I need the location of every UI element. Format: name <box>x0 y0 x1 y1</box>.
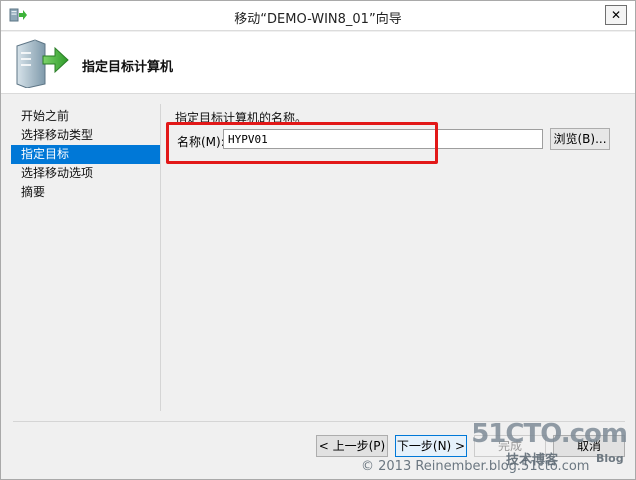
nav-item-specify-destination[interactable]: 指定目标 <box>11 145 160 164</box>
watermark-copyright: © 2013 Reinember.blog.51cto.com <box>361 459 590 474</box>
browse-button[interactable]: 浏览(B)... <box>550 128 610 150</box>
page-title: 指定目标计算机 <box>82 60 174 75</box>
wizard-header: 指定目标计算机 <box>1 32 635 94</box>
cancel-button[interactable]: 取消 <box>553 435 625 457</box>
wizard-window: 移动“DEMO-WIN8_01”向导 ✕ 指定目标计算机 开始之前 选择移动类型… <box>0 0 636 480</box>
previous-button[interactable]: < 上一步(P) <box>316 435 388 457</box>
nav-item-summary[interactable]: 摘要 <box>11 183 160 202</box>
nav-divider <box>160 104 161 411</box>
title-bar: 移动“DEMO-WIN8_01”向导 ✕ <box>1 1 635 31</box>
nav-item-before-you-begin[interactable]: 开始之前 <box>11 107 160 126</box>
wizard-steps-nav: 开始之前 选择移动类型 指定目标 选择移动选项 摘要 <box>11 107 160 202</box>
finish-button[interactable]: 完成 <box>474 435 546 457</box>
next-button[interactable]: 下一步(N) > <box>395 435 467 457</box>
footer-divider <box>13 421 625 422</box>
nav-item-choose-move-options[interactable]: 选择移动选项 <box>11 164 160 183</box>
close-button[interactable]: ✕ <box>605 5 627 25</box>
highlight-annotation-box <box>166 122 438 164</box>
server-move-icon <box>16 39 69 88</box>
window-title: 移动“DEMO-WIN8_01”向导 <box>234 12 402 27</box>
nav-item-choose-move-type[interactable]: 选择移动类型 <box>11 126 160 145</box>
close-icon: ✕ <box>610 8 622 22</box>
